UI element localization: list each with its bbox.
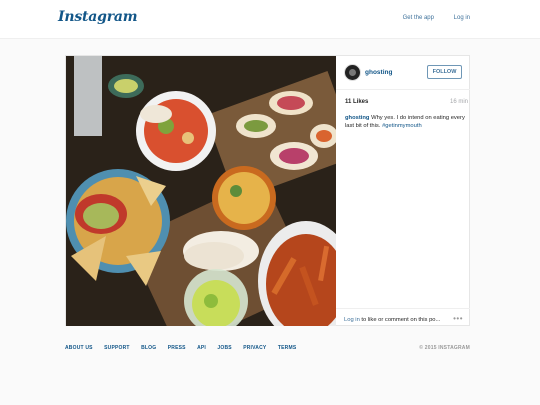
top-bar: Instagram Get the app Log in [0, 0, 540, 39]
footer-link-support[interactable]: SUPPORT [104, 345, 130, 351]
more-options-icon[interactable]: ••• [453, 314, 463, 323]
comment-login-link[interactable]: Log in [344, 317, 360, 323]
footer-link-about[interactable]: ABOUT US [65, 345, 93, 351]
post-time: 16 min [449, 99, 468, 105]
footer-link-press[interactable]: PRESS [168, 345, 186, 351]
comment-prompt-text: to like or comment on this po... [359, 317, 441, 323]
get-the-app-link[interactable]: Get the app [403, 15, 434, 21]
post-caption: ghosting Why yes. I do intend on eating … [345, 115, 467, 130]
post-header: ghosting FOLLOW [336, 56, 470, 90]
post-sidebar: ghosting FOLLOW 11 Likes 16 min ghosting… [336, 56, 470, 326]
footer: ABOUT US SUPPORT BLOG PRESS API JOBS PRI… [65, 345, 470, 355]
footer-link-privacy[interactable]: PRIVACY [243, 345, 266, 351]
instagram-logo[interactable]: Instagram [58, 9, 138, 25]
post-card: ghosting FOLLOW 11 Likes 16 min ghosting… [65, 55, 470, 326]
footer-link-api[interactable]: API [197, 345, 206, 351]
food-photo-image [66, 56, 336, 326]
caption-username[interactable]: ghosting [345, 115, 369, 121]
post-photo[interactable] [66, 56, 336, 326]
caption-hashtag[interactable]: #getinmymouth [382, 123, 422, 129]
post-username[interactable]: ghosting [365, 69, 392, 76]
copyright: © 2015 INSTAGRAM [419, 345, 470, 351]
top-links: Get the app Log in [385, 15, 470, 21]
likes-count[interactable]: 11 Likes [345, 99, 368, 105]
login-link[interactable]: Log in [454, 15, 470, 21]
comment-prompt: Log in to like or comment on this po... [344, 317, 440, 323]
footer-links: ABOUT US SUPPORT BLOG PRESS API JOBS PRI… [65, 345, 306, 351]
footer-link-terms[interactable]: TERMS [278, 345, 297, 351]
likes-row: 11 Likes 16 min [336, 90, 470, 112]
footer-link-jobs[interactable]: JOBS [217, 345, 231, 351]
comment-bar: Log in to like or comment on this po... … [336, 308, 470, 326]
footer-link-blog[interactable]: BLOG [141, 345, 156, 351]
follow-button[interactable]: FOLLOW [427, 65, 462, 79]
avatar[interactable] [344, 64, 361, 81]
